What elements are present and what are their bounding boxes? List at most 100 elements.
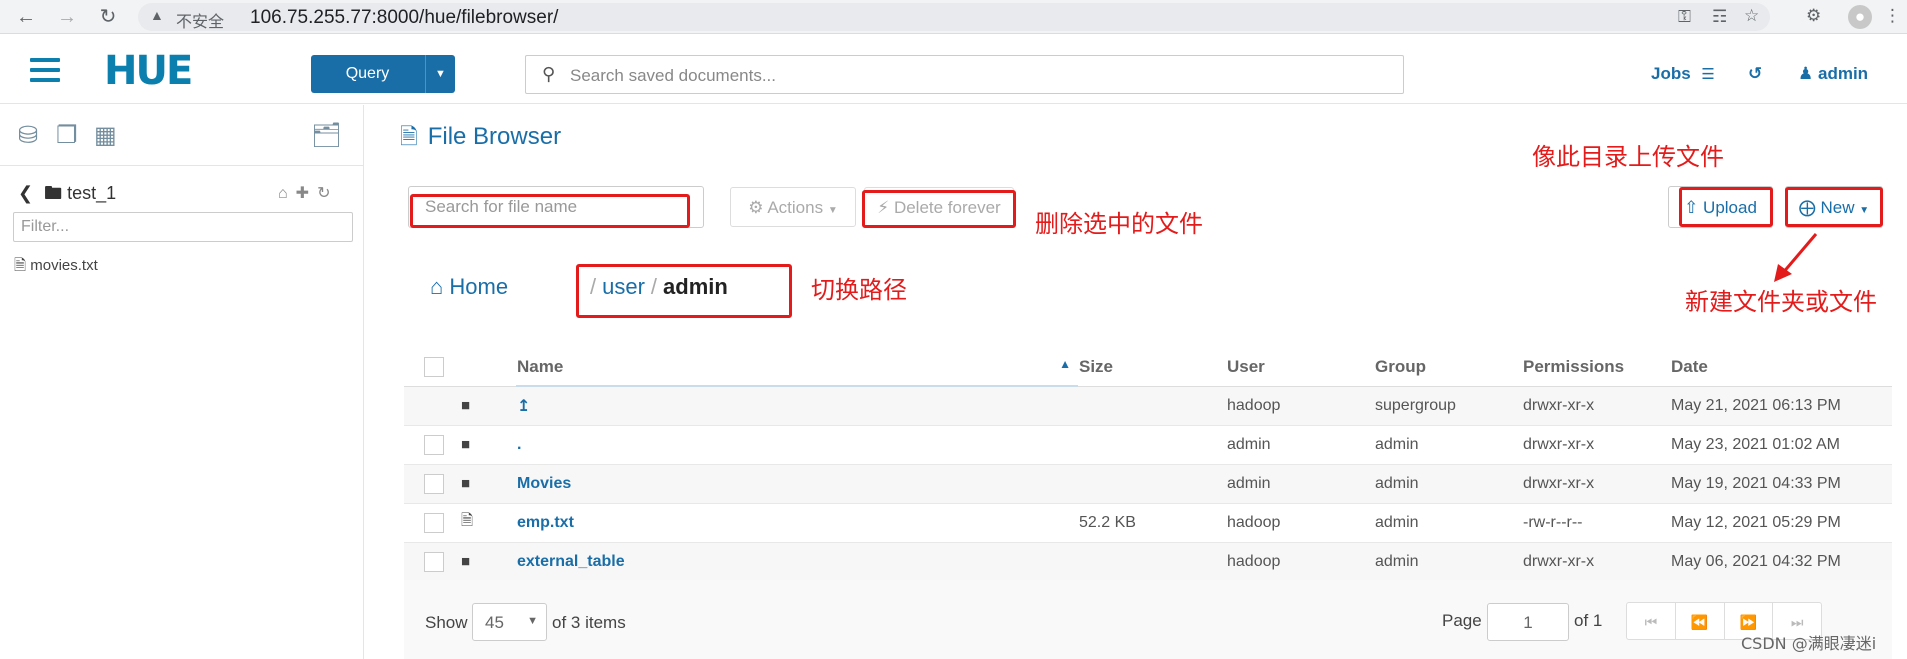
file-permissions: drwxr-xr-x: [1522, 425, 1670, 465]
group-column-header[interactable]: Group: [1374, 348, 1522, 387]
jobs-label: Jobs: [1651, 64, 1691, 83]
documents-icon[interactable]: ❐: [56, 121, 78, 150]
hue-logo[interactable]: HUE: [104, 48, 193, 94]
file-user: admin: [1226, 464, 1374, 504]
query-button-label: Query: [345, 65, 390, 82]
file-user: hadoop: [1226, 503, 1374, 543]
insecure-label: 不安全: [176, 12, 225, 31]
file-name-link[interactable]: ↥: [517, 398, 530, 415]
user-menu[interactable]: ♟ admin: [1798, 64, 1868, 84]
table-row[interactable]: ■ external_table hadoop admin drwxr-xr-x…: [404, 542, 1892, 582]
file-size: [1078, 542, 1226, 582]
upload-annotation: 像此目录上传文件: [1532, 143, 1724, 171]
file-group: admin: [1374, 542, 1522, 582]
new-highlight-box: [1785, 187, 1883, 227]
query-button[interactable]: Query ▼: [311, 55, 455, 93]
date-column-header[interactable]: Date: [1670, 348, 1892, 387]
grid-icon[interactable]: ▦: [94, 121, 117, 150]
chevron-left-icon[interactable]: ❮: [18, 183, 33, 203]
row-checkbox[interactable]: [424, 434, 444, 455]
file-user: hadoop: [1226, 542, 1374, 582]
sidebar-filter-input[interactable]: Filter...: [13, 212, 353, 242]
sidebar-tools: ⌂✚↻: [278, 183, 338, 203]
extensions-icon[interactable]: ⚙: [1806, 6, 1821, 26]
previous-page-icon[interactable]: ⏪: [1676, 603, 1725, 639]
sidebar-tabs: ⛁ ❐ ▦ 🗂: [0, 105, 363, 166]
file-size: 52.2 KB: [1078, 503, 1226, 543]
delete-annotation: 删除选中的文件: [1035, 210, 1203, 238]
refresh-icon[interactable]: ↻: [317, 185, 338, 202]
file-group: supergroup: [1374, 386, 1522, 426]
size-column-header[interactable]: Size: [1078, 348, 1226, 387]
sort-asc-icon: ▲: [1059, 356, 1071, 371]
path-annotation: 切换路径: [811, 276, 907, 304]
table-row[interactable]: ■ . admin admin drwxr-xr-x May 23, 2021 …: [404, 425, 1892, 465]
home-icon[interactable]: ⌂: [278, 185, 296, 202]
actions-button[interactable]: ⚙ Actions ▼: [730, 187, 856, 227]
actions-label: Actions: [767, 198, 824, 217]
new-annotation: 新建文件夹或文件: [1685, 288, 1877, 316]
file-name-link[interactable]: emp.txt: [517, 514, 574, 531]
file-date: May 06, 2021 04:32 PM: [1670, 542, 1892, 582]
hamburger-menu-icon[interactable]: [30, 58, 60, 82]
table-row[interactable]: ■ Movies admin admin drwxr-xr-x May 19, …: [404, 464, 1892, 504]
profile-avatar-icon[interactable]: ●: [1848, 5, 1872, 29]
browser-toolbar: ← → ↻ ▲ 不安全 106.75.255.77:8000/hue/fileb…: [0, 0, 1907, 34]
folder-icon: ■: [461, 396, 471, 414]
first-page-icon[interactable]: ⏮: [1627, 603, 1676, 639]
sidebar-folder-name: test_1: [67, 183, 117, 203]
file-group: admin: [1374, 425, 1522, 465]
file-date: May 12, 2021 05:29 PM: [1670, 503, 1892, 543]
file-size: [1078, 386, 1226, 426]
file-permissions: -rw-r--r--: [1522, 503, 1670, 543]
row-checkbox[interactable]: [424, 512, 444, 533]
url-text: 106.75.255.77:8000/hue/filebrowser/: [250, 7, 559, 28]
address-bar[interactable]: ▲ 不安全 106.75.255.77:8000/hue/filebrowser…: [138, 3, 1770, 31]
menu-dots-icon[interactable]: ⋮: [1884, 6, 1901, 26]
key-icon[interactable]: ⚿: [1678, 7, 1691, 27]
file-name-link[interactable]: .: [517, 436, 521, 453]
table-row[interactable]: ■ ↥ hadoop supergroup drwxr-xr-x May 21,…: [404, 386, 1892, 426]
page-number-input[interactable]: 1: [1487, 603, 1569, 641]
file-user: hadoop: [1226, 386, 1374, 426]
csdn-watermark: CSDN @满眼凄迷i: [1741, 634, 1877, 653]
row-checkbox[interactable]: [424, 551, 444, 572]
home-breadcrumb-link[interactable]: ⌂ Home: [430, 274, 508, 300]
translate-icon[interactable]: ☶: [1712, 7, 1727, 27]
user-column-header[interactable]: User: [1226, 348, 1374, 387]
table-header-row: Name ▲ Size User Group Permissions Date: [404, 348, 1892, 387]
path-highlight-box: [576, 264, 792, 318]
jobs-link[interactable]: Jobs ☰: [1651, 64, 1715, 84]
hue-header: HUE Query ▼ ⚲ Search saved documents... …: [0, 40, 1907, 104]
bookmark-star-icon[interactable]: ☆: [1744, 6, 1759, 26]
search-documents-placeholder: Search saved documents...: [570, 66, 777, 85]
page-title-text: File Browser: [427, 123, 562, 150]
forward-arrow-icon[interactable]: →: [55, 5, 79, 29]
search-documents-input[interactable]: ⚲ Search saved documents...: [525, 55, 1404, 94]
plus-icon[interactable]: ✚: [296, 185, 317, 202]
select-all-checkbox[interactable]: [424, 357, 444, 377]
sidebar-file-item[interactable]: 🗎 movies.txt: [14, 255, 98, 280]
name-column-header[interactable]: Name ▲: [516, 348, 1078, 387]
file-permissions: drwxr-xr-x: [1522, 542, 1670, 582]
row-checkbox[interactable]: [424, 473, 444, 494]
reload-icon[interactable]: ↻: [96, 5, 120, 29]
file-date: May 21, 2021 06:13 PM: [1670, 386, 1892, 426]
user-label: admin: [1817, 64, 1869, 83]
sidebar-file-name: movies.txt: [30, 257, 98, 274]
show-label: Show: [425, 613, 468, 632]
file-name-link[interactable]: Movies: [517, 475, 571, 492]
history-icon[interactable]: ↺: [1748, 64, 1762, 84]
database-icon[interactable]: ⛁: [18, 121, 38, 150]
open-folder-icon[interactable]: 🗂: [311, 121, 341, 150]
home-label: Home: [449, 274, 509, 299]
file-date: May 23, 2021 01:02 AM: [1670, 425, 1892, 465]
back-arrow-icon[interactable]: ←: [14, 5, 38, 29]
file-name-link[interactable]: external_table: [517, 553, 625, 570]
user-icon: ♟: [1798, 64, 1814, 83]
document-icon: 🗎: [400, 124, 418, 149]
permissions-column-header[interactable]: Permissions: [1522, 348, 1670, 387]
table-row[interactable]: 🗎 emp.txt 52.2 KB hadoop admin -rw-r--r-…: [404, 503, 1892, 543]
page-size-select[interactable]: 45 ▼: [472, 603, 547, 641]
caret-down-icon[interactable]: ▼: [425, 55, 455, 93]
